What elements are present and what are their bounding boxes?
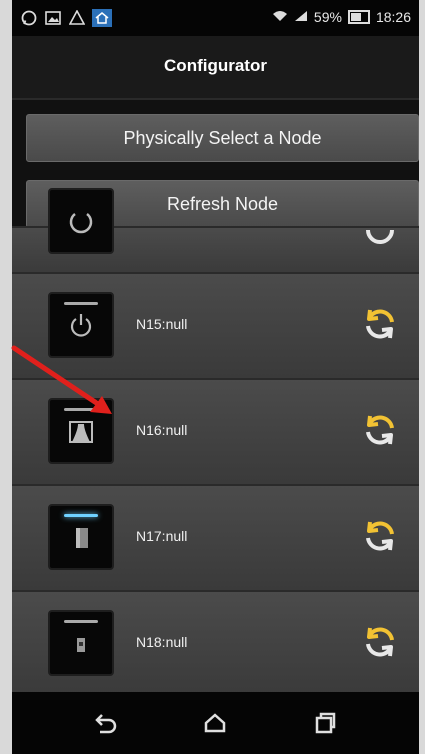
status-bar: 59% 18:26 (12, 0, 419, 36)
plug-icon (77, 638, 85, 652)
node-thumbnail (48, 188, 114, 254)
main-content: Physically Select a Node Refresh Node N1… (12, 100, 419, 692)
device-icon (76, 528, 88, 548)
app-bar: Configurator (12, 36, 419, 100)
sync-icon[interactable] (360, 516, 400, 556)
node-row-n18[interactable]: N18:null (12, 590, 419, 692)
page-title: Configurator (164, 56, 267, 75)
signal-icon (294, 9, 308, 25)
nav-bar (12, 692, 419, 754)
sync-icon[interactable] (360, 410, 400, 450)
node-thumbnail (48, 504, 114, 570)
node-row-n15[interactable]: N15:null (12, 272, 419, 378)
node-label: N16:null (136, 422, 188, 438)
sync-icon[interactable] (360, 622, 400, 662)
node-label: N17:null (136, 528, 188, 544)
recents-icon[interactable] (312, 710, 338, 736)
node-thumbnail (48, 610, 114, 676)
node-row-n16[interactable]: N16:null (12, 378, 419, 484)
node-label: N15:null (136, 316, 188, 332)
home-icon (92, 9, 112, 27)
node-label: N18:null (136, 634, 188, 650)
battery-icon (347, 10, 370, 24)
node-thumbnail (48, 292, 114, 358)
node-thumbnail (48, 398, 114, 464)
power-icon (70, 314, 92, 337)
physically-select-node-button[interactable]: Physically Select a Node (26, 114, 419, 162)
battery-percent: 59% (313, 9, 342, 25)
notification-icon (68, 9, 86, 27)
image-icon (44, 9, 62, 27)
curtain-icon (69, 421, 93, 443)
whatsapp-icon (20, 9, 38, 27)
sync-icon[interactable] (360, 304, 400, 344)
sync-icon[interactable] (360, 208, 400, 248)
back-icon[interactable] (92, 710, 118, 736)
clock: 18:26 (375, 9, 411, 25)
node-row-n17[interactable]: N17:null (12, 484, 419, 590)
wifi-icon (272, 9, 288, 25)
power-icon (69, 213, 93, 234)
node-row-partial[interactable] (12, 188, 419, 274)
phone-screen: 59% 18:26 Configurator Physically Select… (12, 0, 419, 754)
home-icon[interactable] (202, 710, 228, 736)
